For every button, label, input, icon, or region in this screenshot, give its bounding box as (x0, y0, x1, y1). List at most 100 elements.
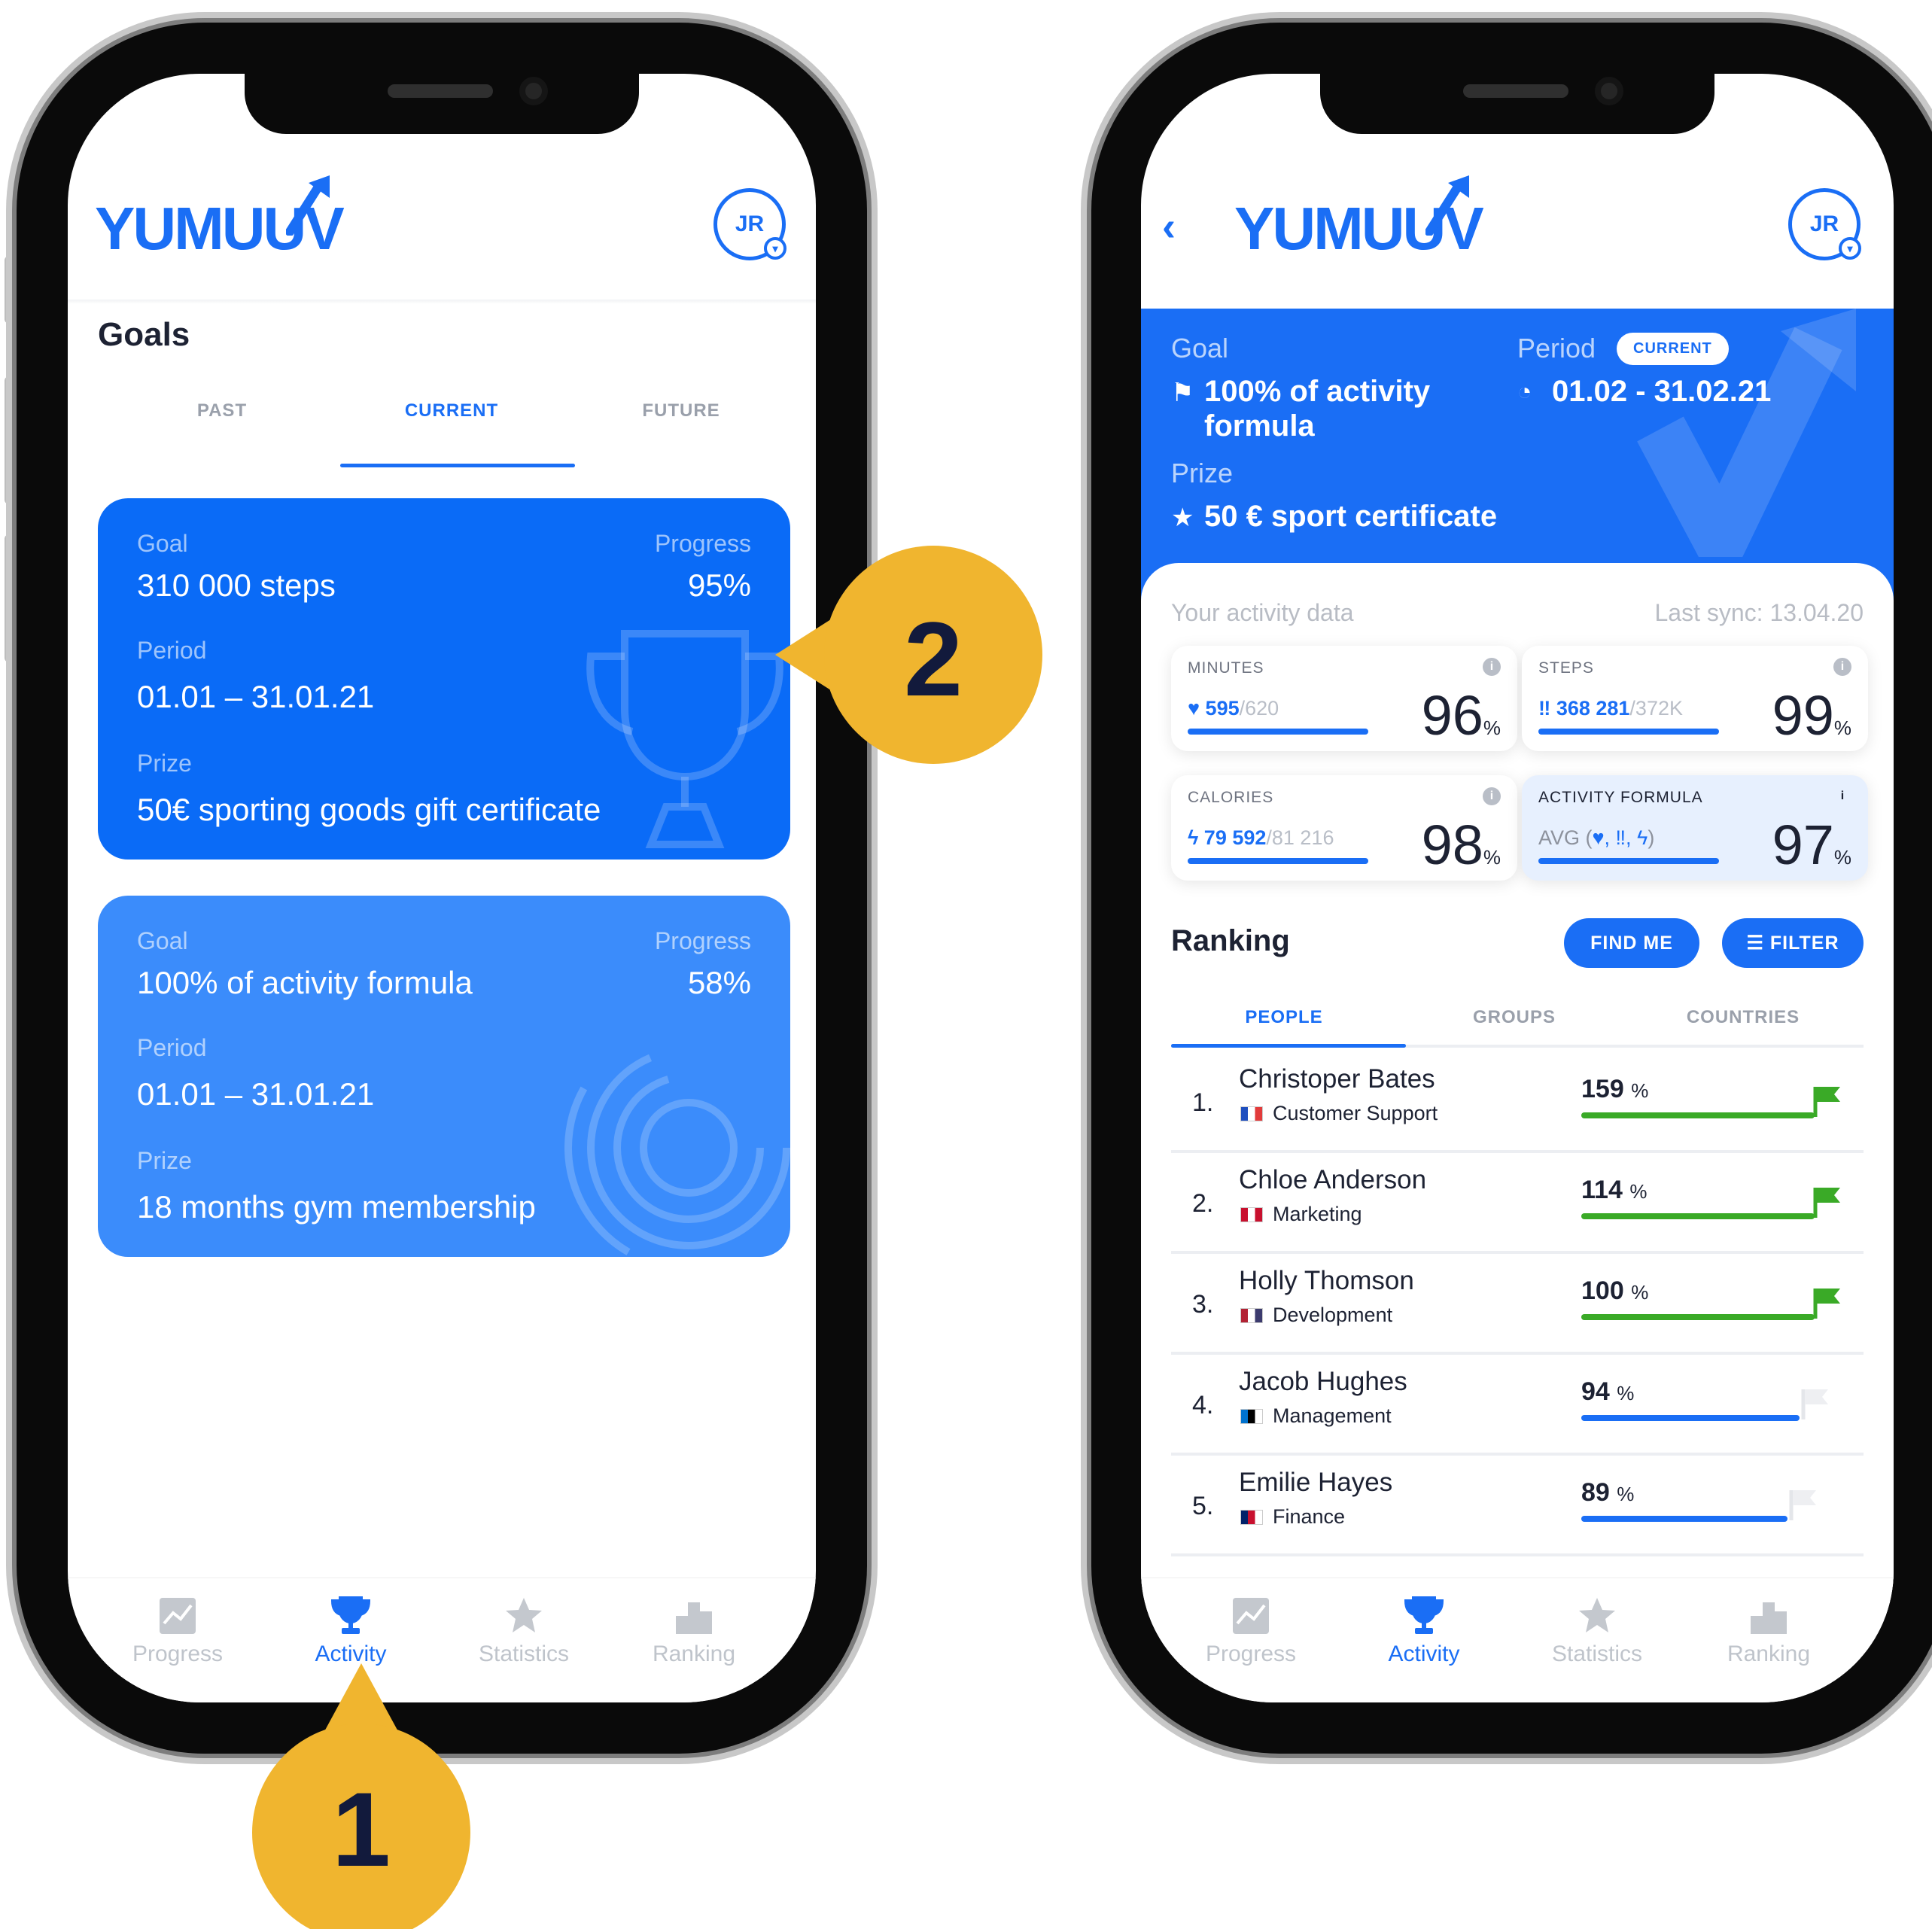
callout-number-1: 1 (332, 1770, 391, 1888)
avatar-dropdown-icon[interactable]: ▾ (764, 237, 786, 260)
ranking-row[interactable]: 3. Holly Thomson Development 100 % (1171, 1254, 1864, 1355)
period-label: Period (1517, 333, 1596, 364)
nav-progress[interactable]: Progress (102, 1595, 253, 1667)
person-name: Jacob Hughes (1239, 1367, 1407, 1396)
rank-percent: 94 % (1581, 1377, 1634, 1407)
country-flag-icon (1240, 1510, 1263, 1525)
stat-card-activity-formula[interactable]: ACTIVITY FORMULA i AVG (♥, ‼, ϟ) 97% (1522, 775, 1868, 881)
rank-tab-groups[interactable]: GROUPS (1439, 1007, 1590, 1028)
nav-label: Statistics (1551, 1641, 1643, 1666)
person-name: Christoper Bates (1239, 1064, 1435, 1094)
nav-progress[interactable]: Progress (1176, 1595, 1326, 1667)
stat-card-calories[interactable]: CALORIES i ϟ 79 592/81 216 98% (1171, 775, 1517, 881)
goal-line-2: formula (1204, 409, 1315, 443)
country-flag-icon (1240, 1308, 1263, 1323)
filter-button[interactable]: ☰ FILTER (1722, 918, 1864, 968)
target-rings-icon (564, 1024, 790, 1257)
sliders-icon: ☰ (1746, 933, 1770, 954)
logo-arrow-icon (286, 175, 330, 236)
rank-number: 2. (1192, 1189, 1214, 1218)
avatar-dropdown-icon[interactable]: ▾ (1839, 237, 1861, 260)
ranking-row[interactable]: 2. Chloe Anderson Marketing 114 % (1171, 1153, 1864, 1254)
period-label: Period (137, 637, 207, 664)
nav-label: Ranking (1727, 1641, 1811, 1666)
nav-label: Progress (1205, 1641, 1297, 1666)
prize-value: 50 € sport certificate (1204, 500, 1498, 533)
star-icon: ★ (1171, 504, 1194, 532)
rank-percent-unit: % (1629, 1180, 1648, 1203)
rank-percent-value: 114 (1581, 1176, 1623, 1204)
back-chevron-icon[interactable]: ‹ (1162, 203, 1176, 250)
ranking-list: 1. Christoper Bates Customer Support 159 % 2… (1171, 1052, 1864, 1564)
stat-card-minutes[interactable]: MINUTES i ♥ 595/620 96% (1171, 646, 1517, 751)
stat-percent-value: 99 (1772, 684, 1834, 747)
tab-future[interactable]: FUTURE (610, 400, 753, 421)
nav-statistics[interactable]: Statistics (1522, 1595, 1672, 1667)
person-name: Holly Thomson (1239, 1266, 1414, 1295)
stat-current: 368 281 (1556, 697, 1630, 720)
progress-label: Progress (654, 530, 751, 557)
country-flag-icon (1240, 1409, 1263, 1424)
stat-percent: 97% (1772, 813, 1851, 877)
prize-value: 18 months gym membership (137, 1189, 536, 1225)
nav-statistics[interactable]: Statistics (449, 1595, 599, 1667)
goal-card-activity-formula[interactable]: Goal 100% of activity formula Progress 5… (98, 896, 790, 1257)
nav-activity[interactable]: Activity (275, 1595, 426, 1667)
info-icon[interactable]: i (1833, 787, 1851, 805)
tab-past[interactable]: PAST (158, 400, 286, 421)
user-avatar[interactable]: JR ▾ (1788, 188, 1861, 260)
stat-progress-bar (1538, 729, 1719, 735)
nav-label: Ranking (652, 1641, 736, 1666)
nav-label: Statistics (478, 1641, 570, 1666)
clock-icon: ◔ (1517, 378, 1532, 405)
rank-tab-countries[interactable]: COUNTRIES (1660, 1007, 1826, 1028)
stat-title: MINUTES (1188, 659, 1264, 677)
avg-prefix: AVG ( (1538, 826, 1593, 849)
rank-progress-bar (1581, 1213, 1815, 1219)
department: Development (1273, 1304, 1393, 1326)
tab-current[interactable]: CURRENT (376, 400, 527, 421)
nav-ranking[interactable]: Ranking (1693, 1595, 1844, 1667)
rank-number: 1. (1192, 1088, 1214, 1117)
person-name: Emilie Hayes (1239, 1468, 1393, 1497)
prize-label: Prize (137, 1147, 192, 1174)
country-flag-icon (1240, 1207, 1263, 1222)
nav-ranking[interactable]: Ranking (619, 1595, 769, 1667)
rank-percent: 159 % (1581, 1075, 1648, 1104)
period-value: 01.02 - 31.02.21 (1552, 375, 1772, 408)
stat-percent-unit: % (1833, 846, 1851, 869)
user-avatar[interactable]: JR ▾ (713, 188, 786, 260)
period-label: Period (137, 1034, 207, 1061)
podium-icon (676, 1602, 712, 1634)
info-icon[interactable]: i (1483, 658, 1501, 676)
ranking-row[interactable]: 1. Christoper Bates Customer Support 159 % (1171, 1052, 1864, 1153)
rank-progress-bar (1581, 1415, 1800, 1421)
rank-percent-unit: % (1631, 1281, 1649, 1304)
nav-activity[interactable]: Activity (1349, 1595, 1499, 1667)
find-me-button[interactable]: FIND ME (1564, 918, 1699, 968)
nav-label: Progress (132, 1641, 224, 1666)
avatar-initials: JR (1809, 211, 1839, 236)
chart-icon (160, 1598, 196, 1634)
volume-down-button (5, 534, 15, 662)
rank-tab-people[interactable]: PEOPLE (1209, 1007, 1359, 1028)
goal-value: 100% of activity formula (137, 965, 473, 1000)
stat-current: 595 (1205, 697, 1240, 720)
footsteps-icon: ‼ (1538, 697, 1556, 720)
rank-percent-value: 89 (1581, 1478, 1610, 1507)
goal-flag-icon (1813, 1188, 1840, 1218)
goal-flag-icon (1813, 1289, 1840, 1319)
right-phone: ‹ YUMUUV JR ▾ Goal ⚑ 100% of activity fo… (1091, 23, 1932, 1754)
period-value: 01.01 – 31.01.21 (137, 679, 375, 714)
info-icon[interactable]: i (1833, 658, 1851, 676)
podium-icon (1751, 1602, 1787, 1634)
ranking-row[interactable]: 5. Emilie Hayes Finance 89 % (1171, 1456, 1864, 1556)
ranking-row[interactable]: 4. Jacob Hughes Management 94 % (1171, 1355, 1864, 1456)
goal-value: 310 000 steps (137, 567, 336, 603)
goal-card-steps[interactable]: Goal 310 000 steps Progress 95% Period 0… (98, 498, 790, 860)
rank-percent-unit: % (1617, 1483, 1635, 1505)
stat-title: CALORIES (1188, 789, 1274, 806)
stat-card-steps[interactable]: STEPS i ‼ 368 281/372K 99% (1522, 646, 1868, 751)
stat-percent-value: 98 (1421, 814, 1483, 876)
info-icon[interactable]: i (1483, 787, 1501, 805)
